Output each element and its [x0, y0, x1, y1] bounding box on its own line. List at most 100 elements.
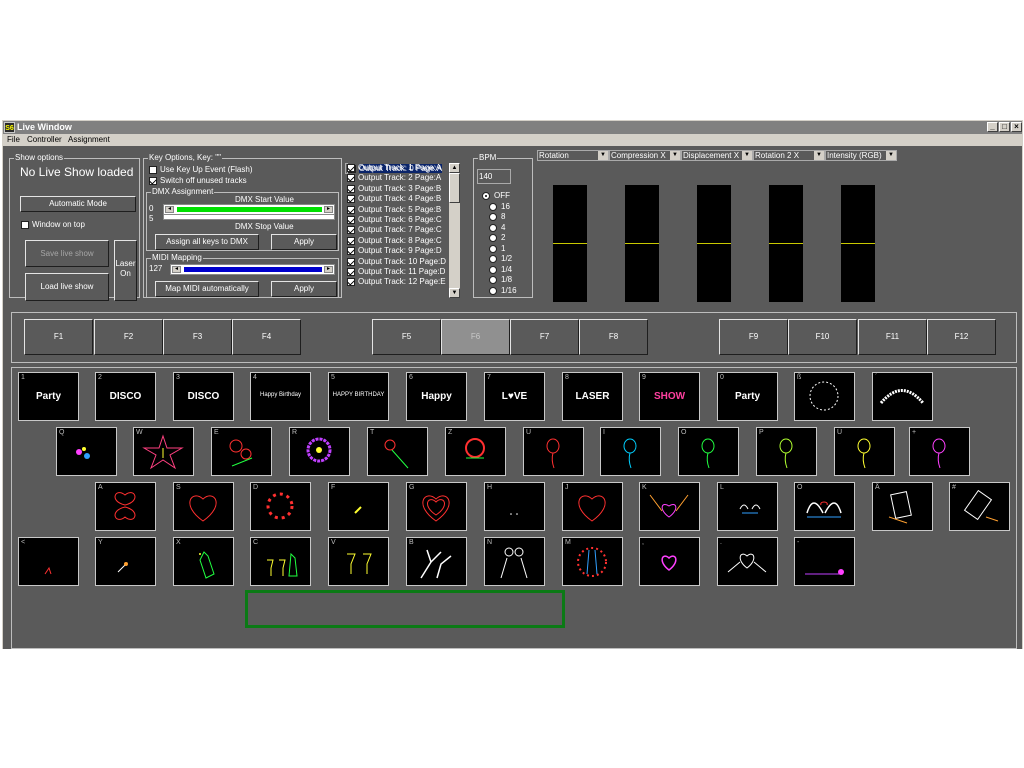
track-item[interactable]: Output Track: 5 Page:B: [345, 205, 449, 215]
fkey-f1[interactable]: F1: [24, 319, 93, 355]
fkey-f10[interactable]: F10: [788, 319, 857, 355]
key-tile-9[interactable]: 9 SHOW: [639, 372, 700, 421]
close-button[interactable]: ×: [1011, 122, 1022, 132]
track-item[interactable]: Output Track: 6 Page:C: [345, 215, 449, 225]
key-tile-H[interactable]: H: [484, 482, 545, 531]
key-tile-2[interactable]: 2 DISCO: [95, 372, 156, 421]
key-tile-U[interactable]: U: [523, 427, 584, 476]
key-tile-Ü[interactable]: Ü: [834, 427, 895, 476]
key-tile-O[interactable]: O: [678, 427, 739, 476]
key-tile-Q[interactable]: Q: [56, 427, 117, 476]
key-tile-6[interactable]: 6 Happy: [406, 372, 467, 421]
output-track-list[interactable]: Output Track: 0 Page:A Output Track: 1 Pa…: [345, 163, 449, 298]
key-tile-A[interactable]: A: [95, 482, 156, 531]
fkey-f9[interactable]: F9: [719, 319, 788, 355]
key-tile-,[interactable]: ,: [639, 537, 700, 586]
scroll-up-icon[interactable]: ▲: [449, 163, 460, 173]
track-checkbox[interactable]: [347, 164, 355, 172]
track-checkbox[interactable]: [347, 226, 355, 235]
fkey-f8[interactable]: F8: [579, 319, 648, 355]
key-tile-´[interactable]: ´: [872, 372, 933, 421]
dmx-stop-slider[interactable]: [163, 214, 335, 220]
track-item[interactable]: Output Track: 8 Page:C: [345, 236, 449, 246]
key-tile-X[interactable]: X: [173, 537, 234, 586]
key-tile-Ö[interactable]: Ö: [794, 482, 855, 531]
track-checkbox[interactable]: [347, 174, 355, 183]
key-tile-L[interactable]: L: [717, 482, 778, 531]
key-tile-3[interactable]: 3 DISCO: [173, 372, 234, 421]
assign-all-keys-dmx-button[interactable]: Assign all keys to DMX: [155, 234, 259, 250]
effect-select-2[interactable]: Displacement X ▼: [681, 150, 753, 161]
save-live-show-button[interactable]: Save live show: [25, 240, 109, 267]
menu-file[interactable]: File: [7, 135, 20, 144]
track-item[interactable]: Output Track: 11 Page:D: [345, 267, 449, 277]
key-tile-0[interactable]: 0 Party: [717, 372, 778, 421]
chevron-down-icon[interactable]: ▼: [742, 151, 752, 160]
maximize-button[interactable]: □: [999, 122, 1010, 132]
bpm-radio-4[interactable]: [489, 223, 497, 232]
scroll-down-icon[interactable]: ▼: [449, 288, 460, 298]
fkey-f11[interactable]: F11: [858, 319, 927, 355]
key-tile-Ä[interactable]: Ä: [872, 482, 933, 531]
key-tile-7[interactable]: 7 L♥VE: [484, 372, 545, 421]
key-tile-5[interactable]: 5 HAPPY BIRTHDAY: [328, 372, 389, 421]
bpm-radio-OFF[interactable]: [482, 192, 490, 200]
track-item[interactable]: Output Track: 10 Page:D: [345, 257, 449, 267]
key-tile-B[interactable]: B: [406, 537, 467, 586]
key-tile-V[interactable]: V: [328, 537, 389, 586]
key-tile-T[interactable]: T: [367, 427, 428, 476]
bpm-radio-1-2[interactable]: [489, 255, 497, 263]
key-tile-E[interactable]: E: [211, 427, 272, 476]
bpm-radio-1[interactable]: [489, 244, 497, 253]
track-checkbox[interactable]: [347, 184, 355, 193]
key-tile-W[interactable]: W: [133, 427, 194, 476]
bpm-radio-1-8[interactable]: [489, 276, 497, 284]
key-tile-P[interactable]: P: [756, 427, 817, 476]
bpm-radio-2[interactable]: [489, 234, 497, 242]
fkey-f4[interactable]: F4: [232, 319, 301, 355]
fkey-f3[interactable]: F3: [163, 319, 232, 355]
key-tile-G[interactable]: G: [406, 482, 467, 531]
menu-assignment[interactable]: Assignment: [68, 135, 110, 144]
effect-select-3[interactable]: Rotation 2 X ▼: [753, 150, 825, 161]
track-checkbox[interactable]: [347, 195, 355, 204]
track-item[interactable]: Output Track: 3 Page:B: [345, 184, 449, 194]
key-tile-N[interactable]: N: [484, 537, 545, 586]
track-checkbox[interactable]: [347, 257, 355, 266]
key-tile-4[interactable]: 4 Happy Birthday: [250, 372, 311, 421]
switch-off-unused-checkbox[interactable]: [149, 177, 157, 185]
track-checkbox[interactable]: [347, 215, 355, 224]
fkey-f6[interactable]: F6: [441, 319, 510, 355]
key-tile-I[interactable]: I: [600, 427, 661, 476]
effect-select-1[interactable]: Compression X ▼: [609, 150, 681, 161]
menu-controller[interactable]: Controller: [27, 135, 62, 144]
chevron-down-icon[interactable]: ▼: [598, 151, 608, 160]
dmx-apply-button[interactable]: Apply: [271, 234, 337, 250]
use-key-up-checkbox[interactable]: [149, 166, 157, 174]
chevron-down-icon[interactable]: ▼: [814, 151, 824, 160]
key-tile-1[interactable]: 1 Party: [18, 372, 79, 421]
minimize-button[interactable]: _: [987, 122, 998, 132]
slider-left-arrow-icon[interactable]: ◂: [165, 206, 174, 213]
key-tile-F[interactable]: F: [328, 482, 389, 531]
bpm-radio-16[interactable]: [489, 202, 497, 211]
chevron-down-icon[interactable]: ▼: [886, 151, 896, 160]
track-list-scrollbar[interactable]: ▲ ▼: [449, 163, 460, 298]
track-checkbox[interactable]: [347, 236, 355, 245]
key-tile-#[interactable]: #: [949, 482, 1010, 531]
track-checkbox[interactable]: [347, 205, 355, 214]
track-checkbox[interactable]: [347, 267, 355, 276]
fkey-f5[interactable]: F5: [372, 319, 441, 355]
track-item[interactable]: Output Track: 9 Page:D: [345, 246, 449, 256]
key-tile-8[interactable]: 8 LASER: [562, 372, 623, 421]
key-tile-.[interactable]: .: [717, 537, 778, 586]
track-item[interactable]: Output Track: 12 Page:E: [345, 277, 449, 287]
fkey-f7[interactable]: F7: [510, 319, 579, 355]
fkey-f2[interactable]: F2: [94, 319, 163, 355]
automatic-mode-button[interactable]: Automatic Mode: [20, 196, 136, 212]
track-checkbox[interactable]: [347, 278, 355, 287]
track-item[interactable]: Output Track: 7 Page:C: [345, 225, 449, 235]
bpm-input[interactable]: 140: [477, 169, 511, 184]
bpm-radio-8[interactable]: [489, 213, 497, 221]
track-item[interactable]: Output Track: 2 Page:A: [345, 173, 449, 183]
